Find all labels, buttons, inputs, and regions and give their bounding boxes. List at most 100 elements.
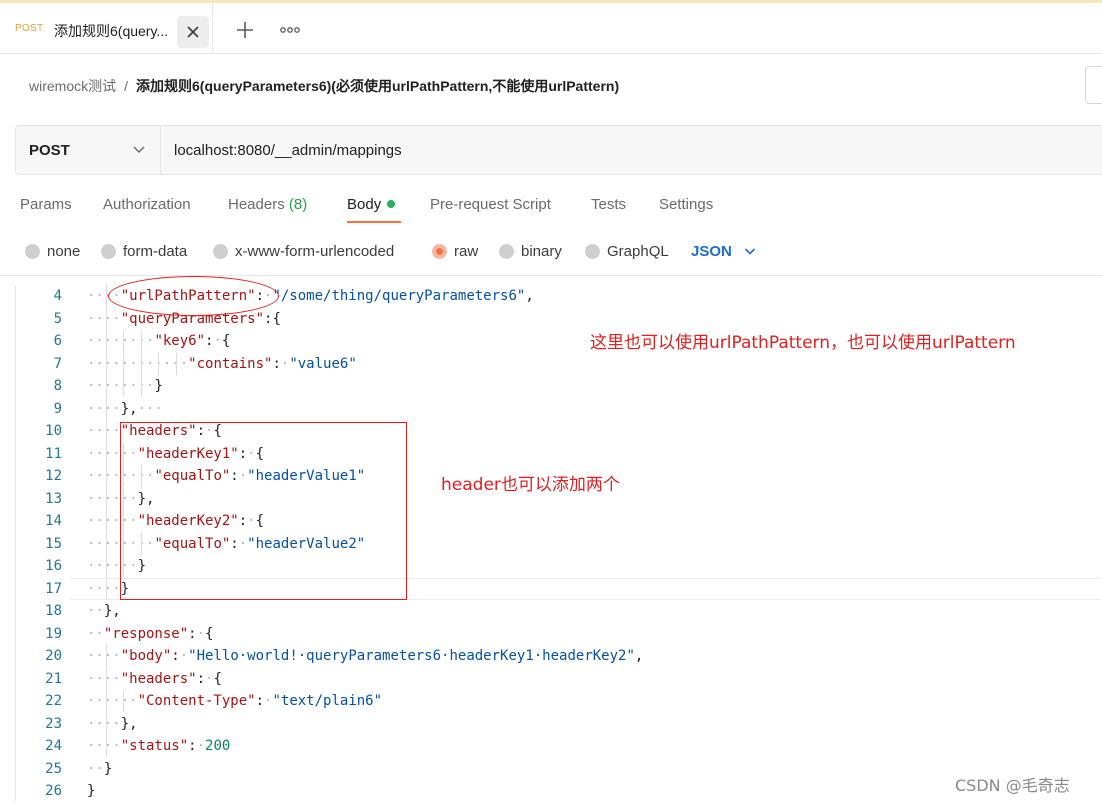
indent-guide — [123, 690, 125, 712]
body-option-form-data[interactable]: form-data — [101, 240, 187, 262]
code-token: }, — [120, 715, 138, 732]
line-content: ············"contains":·"value6" — [87, 353, 357, 375]
body-indicator-dot — [387, 200, 396, 208]
line-number: 17 — [45, 580, 62, 597]
code-line: 18 ··}, — [16, 600, 1102, 622]
radio-none[interactable] — [25, 243, 40, 259]
tab-settings[interactable]: Settings — [659, 196, 713, 213]
line-number: 14 — [45, 513, 62, 529]
indent-guide — [140, 375, 142, 397]
code-token: : — [272, 355, 281, 372]
code-line: 7 ············"contains":·"value6" — [16, 352, 1102, 375]
line-number: 15 — [45, 535, 62, 552]
indent-guide — [176, 352, 177, 375]
radio-form-data[interactable] — [101, 243, 116, 259]
tab-params[interactable]: Params — [20, 196, 72, 213]
code-line: 8 ········} — [16, 375, 1102, 397]
line-number: 21 — [45, 670, 62, 687]
code-token: } — [103, 760, 113, 777]
body-option-urlencoded-label: x-www-form-urlencoded — [235, 242, 395, 260]
body-option-none[interactable]: none — [25, 240, 80, 262]
line-number: 8 — [53, 378, 62, 394]
indent-whitespace: ············ — [87, 355, 189, 372]
body-format-dropdown[interactable]: JSON — [691, 240, 756, 262]
line-content: ··"response":·{ — [87, 623, 213, 645]
body-option-raw-label: raw — [454, 242, 479, 260]
code-token: } — [154, 378, 163, 394]
body-option-none-label: none — [47, 242, 81, 260]
tab-body[interactable]: Body — [347, 196, 396, 213]
indent-guide — [105, 555, 107, 577]
side-panel-button[interactable] — [1085, 66, 1102, 104]
line-number: 26 — [45, 783, 62, 799]
code-token: } — [87, 783, 96, 799]
code-token: · — [196, 738, 206, 754]
line-number: 10 — [45, 423, 62, 439]
code-token: ··· — [137, 400, 163, 417]
code-token: : — [188, 625, 197, 642]
tab-tests[interactable]: Tests — [591, 196, 626, 213]
indent-guide — [105, 397, 107, 420]
code-line: 26} — [16, 780, 1102, 802]
body-option-graphql-label: GraphQL — [607, 242, 669, 260]
method-select[interactable]: POST — [16, 126, 161, 174]
body-option-graphql[interactable]: GraphQL — [585, 240, 669, 262]
more-tabs-button[interactable] — [277, 17, 303, 43]
close-tab-button[interactable] — [177, 16, 209, 48]
radio-urlencoded[interactable] — [213, 243, 228, 259]
indent-guide — [105, 510, 107, 532]
code-token: "key6" — [154, 333, 206, 349]
body-option-binary[interactable]: binary — [499, 240, 562, 262]
radio-binary[interactable] — [499, 243, 514, 259]
request-tab[interactable]: POST 添加规则6(query... — [0, 3, 213, 53]
indent-guide — [105, 330, 107, 352]
indent-guide — [105, 577, 107, 600]
line-number: 24 — [45, 738, 62, 754]
line-content: ····"status":·200 — [87, 735, 230, 757]
body-option-raw[interactable]: raw — [432, 240, 478, 262]
tab-headers[interactable]: Headers (8) — [228, 196, 307, 213]
tab-authorization[interactable]: Authorization — [103, 196, 191, 213]
code-token: "body" — [120, 648, 172, 664]
indent-guide — [105, 487, 107, 510]
indent-whitespace: ···· — [87, 738, 121, 754]
code-token: "contains" — [188, 355, 273, 372]
indent-guide — [105, 690, 107, 712]
line-number: 6 — [53, 333, 62, 349]
indent-guide — [123, 330, 125, 352]
body-option-urlencoded[interactable]: x-www-form-urlencoded — [213, 240, 394, 262]
line-number: 23 — [45, 715, 62, 732]
line-content: ······"Content-Type":·"text/plain6" — [87, 690, 382, 712]
line-number: 11 — [45, 445, 62, 462]
breadcrumb: wiremock测试 / 添加规则6(queryParameters6)(必须使用u… — [29, 76, 619, 96]
request-name[interactable]: 添加规则6(queryParameters6)(必须使用urlPathPatte… — [136, 78, 619, 94]
code-token: : — [255, 693, 265, 709]
tab-prerequest-script[interactable]: Pre-request Script — [430, 196, 551, 213]
code-token: "value6" — [289, 355, 357, 372]
code-line: 20 ····"body":·"Hello·world!·queryParamet… — [16, 645, 1102, 667]
body-format-value: JSON — [691, 242, 732, 260]
code-line: 22 ······"Content-Type":·"text/plain6" — [16, 690, 1102, 712]
indent-whitespace: ········ — [87, 378, 155, 394]
code-line: 9 ····},··· — [16, 397, 1102, 420]
line-content: ········} — [87, 375, 163, 397]
code-token: { — [213, 670, 222, 687]
plus-icon — [237, 22, 253, 38]
indent-whitespace: ···· — [87, 310, 121, 327]
code-line: 23 ····}, — [16, 712, 1102, 735]
editor-top-border — [0, 275, 1102, 276]
tab-body-label: Body — [347, 196, 382, 213]
code-token: · — [213, 333, 222, 349]
code-token: "response" — [103, 625, 189, 642]
code-token: "Hello·world!·queryParameters6·headerKey… — [188, 648, 635, 664]
tab-method-label: POST — [15, 23, 44, 34]
radio-raw-selected[interactable] — [432, 243, 447, 259]
url-input[interactable]: localhost:8080/__admin/mappings — [174, 142, 402, 159]
line-number: 19 — [45, 625, 62, 642]
breadcrumb-collection[interactable]: wiremock测试 — [29, 78, 116, 94]
radio-graphql[interactable] — [585, 243, 600, 259]
code-line: 19 ··"response":·{ — [16, 623, 1102, 645]
code-token: "headers" — [120, 670, 197, 687]
new-tab-button[interactable] — [232, 17, 258, 43]
code-token: { — [205, 625, 214, 642]
